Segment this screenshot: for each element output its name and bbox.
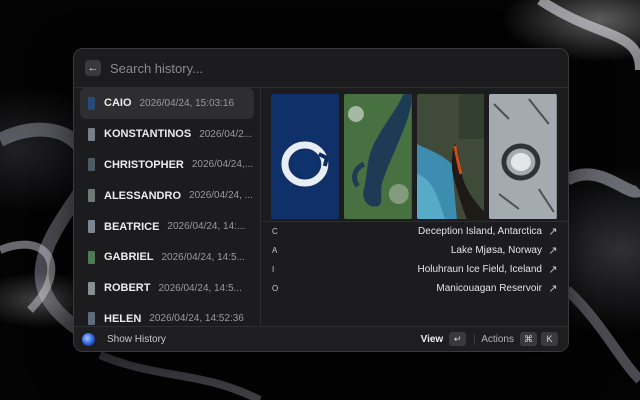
actions-button[interactable]: Actions — [481, 334, 514, 345]
location-name: Manicouagan Reservoir — [436, 283, 542, 294]
arrow-up-right-icon[interactable]: ↗ — [548, 282, 558, 295]
location-row[interactable]: A Lake Mjøsa, Norway ↗ — [261, 241, 568, 260]
history-item[interactable]: HELEN 2026/04/24, 14:52:36 — [80, 304, 254, 326]
command-key-icon: ⌘ — [520, 332, 537, 346]
history-thumbnail — [88, 220, 95, 234]
location-name: Holuhraun Ice Field, Iceland — [417, 264, 542, 275]
enter-key-icon: ↵ — [449, 332, 467, 346]
history-item-date: 2026/04/24, ... — [189, 190, 253, 202]
history-item-name: HELEN — [104, 312, 142, 325]
location-letter: I — [272, 265, 275, 274]
history-item-name: KONSTANTINOS — [104, 128, 192, 141]
location-row[interactable]: C Deception Island, Antarctica ↗ — [261, 222, 568, 241]
history-item[interactable]: ROBERT 2026/04/24, 14:5... — [80, 273, 254, 304]
history-list: CAIO 2026/04/24, 15:03:16 KONSTANTINOS 2026… — [74, 88, 261, 326]
location-row[interactable]: O Manicouagan Reservoir ↗ — [261, 279, 568, 298]
history-item-date: 2026/04/24, 15:03:16 — [139, 97, 235, 109]
history-item-date: 2026/04/24, 14:... — [167, 221, 246, 233]
location-right: Holuhraun Ice Field, Iceland ↗ — [417, 263, 558, 276]
satellite-image-holuhraun[interactable] — [416, 94, 485, 219]
history-thumbnail — [88, 189, 95, 203]
footer-bar: Show History View ↵ Actions ⌘ K — [74, 326, 568, 351]
arrow-up-right-icon[interactable]: ↗ — [548, 263, 558, 276]
history-item-date: 2026/04/2... — [199, 128, 253, 140]
location-right: Lake Mjøsa, Norway ↗ — [451, 244, 558, 257]
history-thumbnail — [88, 250, 95, 264]
globe-icon — [82, 332, 95, 346]
history-item-name: GABRIEL — [104, 251, 154, 264]
history-item-date: 2026/04/24, 14:52:36 — [149, 313, 244, 325]
history-item[interactable]: KONSTANTINOS 2026/04/2... — [80, 119, 254, 150]
location-letter: O — [272, 284, 279, 293]
location-row[interactable]: I Holuhraun Ice Field, Iceland ↗ — [261, 260, 568, 279]
location-list: C Deception Island, Antarctica ↗ A Lake Mjøs… — [261, 221, 568, 298]
search-bar: ← — [74, 49, 568, 88]
location-name: Lake Mjøsa, Norway — [450, 245, 542, 256]
history-item-date: 2026/04/24, 14:5... — [161, 251, 245, 263]
history-thumbnail — [88, 96, 95, 110]
history-item-name: CAIO — [104, 97, 132, 110]
history-thumbnail — [88, 158, 95, 172]
location-letter: C — [272, 227, 278, 236]
history-thumbnail — [88, 281, 95, 295]
satellite-image-lake-mjosa[interactable] — [343, 94, 412, 219]
arrow-up-right-icon[interactable]: ↗ — [548, 244, 558, 257]
location-right: Deception Island, Antarctica ↗ — [418, 225, 558, 238]
arrow-left-icon[interactable]: ← — [85, 60, 101, 76]
footer-divider — [474, 333, 476, 345]
history-item[interactable]: CHRISTOPHER 2026/04/24,... — [80, 150, 254, 181]
history-item-name: ALESSANDRO — [104, 189, 182, 202]
detail-panel: C Deception Island, Antarctica ↗ A Lake Mjøs… — [261, 88, 568, 326]
history-thumbnail — [88, 127, 95, 141]
history-item[interactable]: ALESSANDRO 2026/04/24, ... — [80, 180, 254, 211]
image-strip — [271, 94, 557, 219]
history-item[interactable]: CAIO 2026/04/24, 15:03:16 — [80, 88, 254, 119]
history-item-date: 2026/04/24,... — [191, 159, 254, 171]
history-item[interactable]: BEATRICE 2026/04/24, 14:... — [80, 211, 254, 242]
arrow-up-right-icon[interactable]: ↗ — [548, 225, 558, 238]
footer-title: Show History — [107, 333, 166, 345]
history-item-name: CHRISTOPHER — [104, 158, 184, 171]
history-item-name: BEATRICE — [104, 220, 160, 233]
satellite-image-manicouagan[interactable] — [489, 94, 557, 219]
satellite-image-deception-island[interactable] — [271, 94, 339, 219]
history-thumbnail — [88, 312, 95, 326]
view-button[interactable]: View — [421, 334, 444, 345]
location-name: Deception Island, Antarctica — [418, 226, 542, 237]
history-window: ← CAIO2026/04/24, 15:03:16KONSTANTINOS20… — [73, 48, 569, 352]
history-item-name: ROBERT — [104, 282, 151, 295]
location-right: Manicouagan Reservoir ↗ — [436, 282, 558, 295]
search-input[interactable] — [108, 59, 512, 77]
history-item-date: 2026/04/24, 14:5... — [158, 282, 242, 294]
k-key-icon: K — [541, 332, 558, 346]
history-item[interactable]: GABRIEL 2026/04/24, 14:5... — [80, 242, 254, 273]
location-letter: A — [272, 246, 278, 255]
